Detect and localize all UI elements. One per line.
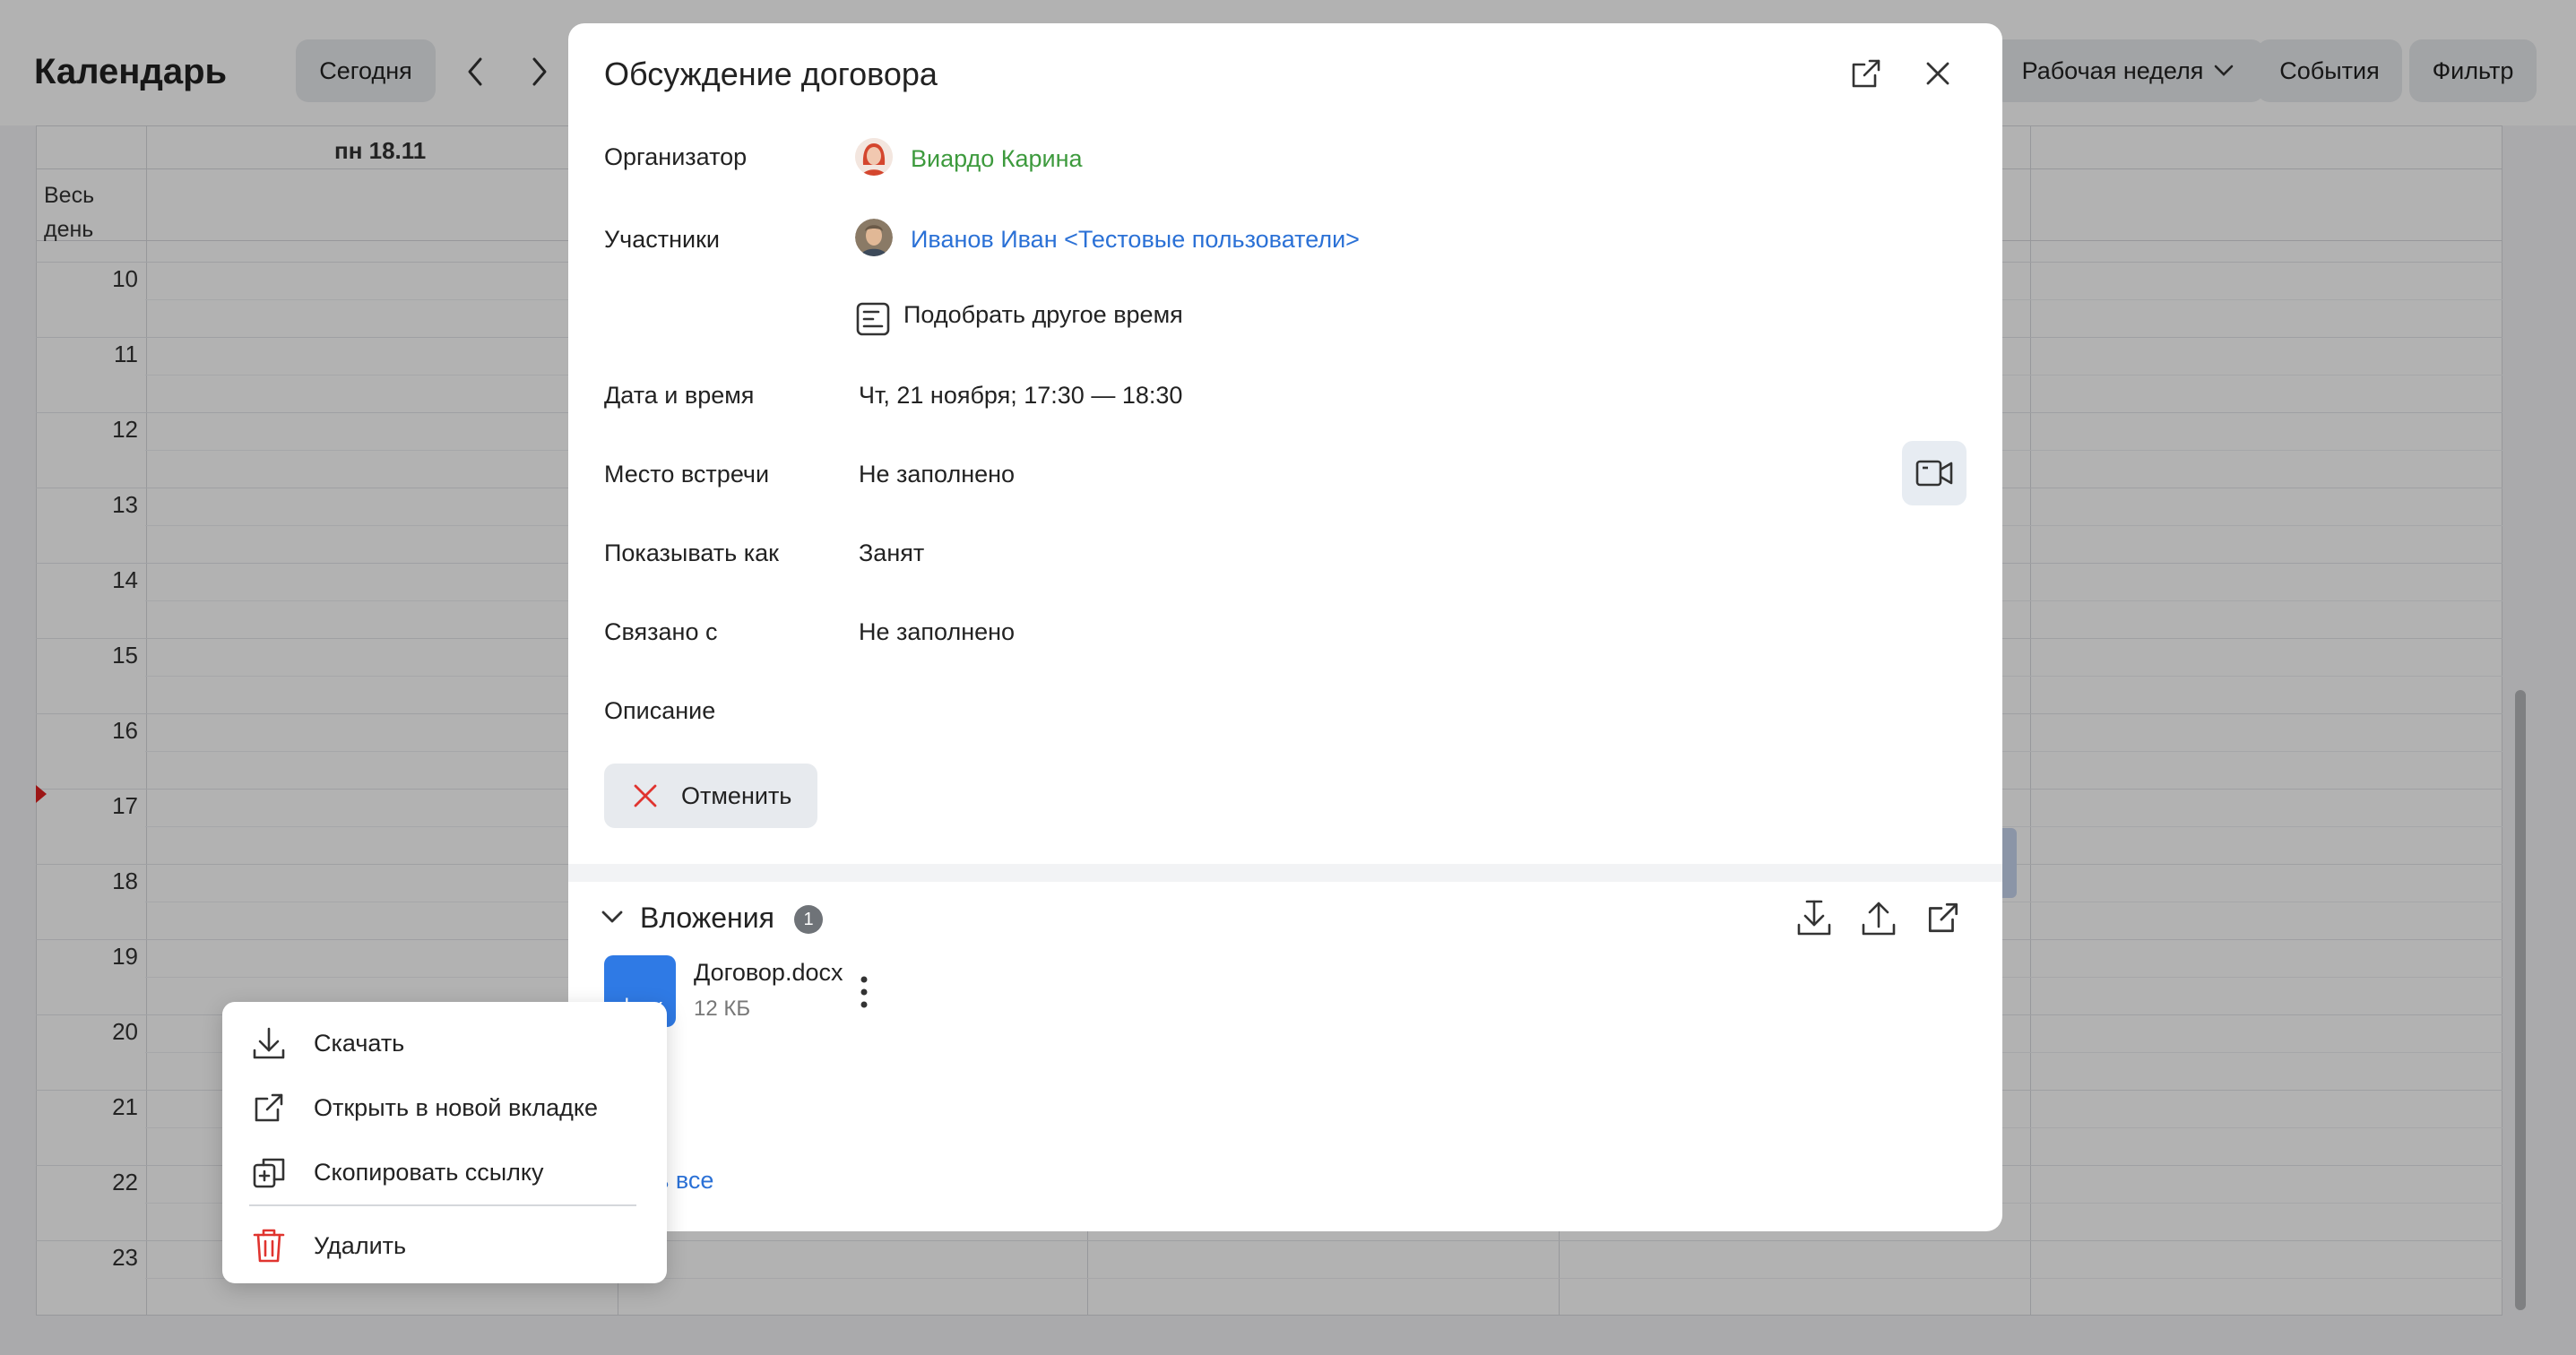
datetime-label: Дата и время xyxy=(604,382,755,409)
trash-icon xyxy=(253,1229,285,1263)
schedule-icon[interactable] xyxy=(848,294,898,344)
download-icon xyxy=(253,1027,285,1059)
organizer-avatar xyxy=(855,138,893,176)
menu-item-copy-link-label: Скопировать ссылку xyxy=(314,1158,544,1186)
close-icon[interactable] xyxy=(1913,48,1963,99)
upload-icon[interactable] xyxy=(1854,893,1904,943)
more-vertical-icon[interactable] xyxy=(859,975,869,1014)
organizer-label: Организатор xyxy=(604,143,748,170)
collapse-chevron-icon[interactable] xyxy=(601,909,624,929)
menu-item-open-new-tab-label: Открыть в новой вкладке xyxy=(314,1093,599,1121)
file-size: 12 КБ xyxy=(694,997,751,1021)
menu-item-download[interactable]: Скачать xyxy=(222,1016,667,1070)
attachments-count-badge: 1 xyxy=(794,905,823,934)
download-all-icon[interactable] xyxy=(1789,893,1839,943)
video-camera-icon xyxy=(1915,460,1953,487)
participant-name-link[interactable]: Иванов Иван <Тестовые пользователи> xyxy=(911,226,1360,254)
cancel-label: Отменить xyxy=(681,781,792,809)
video-call-button[interactable] xyxy=(1902,441,1967,505)
related-label: Связано с xyxy=(604,618,718,645)
menu-item-delete[interactable]: Удалить xyxy=(222,1219,667,1273)
participant-avatar xyxy=(855,219,893,256)
section-divider xyxy=(568,864,2002,882)
show-as-value[interactable]: Занят xyxy=(859,539,924,567)
attachments-title[interactable]: Вложения xyxy=(640,902,774,935)
cancel-x-icon xyxy=(634,784,657,807)
show-as-label: Показывать как xyxy=(604,539,779,566)
description-label: Описание xyxy=(604,697,716,724)
menu-item-open-new-tab[interactable]: Открыть в новой вкладке xyxy=(222,1081,667,1135)
menu-item-download-label: Скачать xyxy=(314,1029,405,1057)
menu-separator xyxy=(249,1204,636,1206)
datetime-value[interactable]: Чт, 21 ноября; 17:30 — 18:30 xyxy=(859,382,1182,410)
location-label: Место встречи xyxy=(604,461,770,488)
related-value[interactable]: Не заполнено xyxy=(859,618,1015,646)
event-modal: Обсуждение договора Организатор Виардо К… xyxy=(568,23,2002,1231)
organizer-name-link[interactable]: Виардо Карина xyxy=(911,145,1083,173)
cancel-event-button[interactable]: Отменить xyxy=(604,764,817,828)
menu-item-copy-link[interactable]: Скопировать ссылку xyxy=(222,1145,667,1199)
event-title: Обсуждение договора xyxy=(604,56,938,92)
file-name[interactable]: Договор.docx xyxy=(694,959,843,987)
menu-item-delete-label: Удалить xyxy=(314,1231,407,1259)
copy-link-icon xyxy=(253,1158,285,1188)
file-context-menu: Скачать Открыть в новой вкладке Скопиров… xyxy=(222,1002,667,1283)
participants-label: Участники xyxy=(604,226,720,253)
open-attachments-external-icon[interactable] xyxy=(1918,893,1968,943)
external-link-icon xyxy=(255,1093,283,1122)
pick-time-link[interactable]: Подобрать другое время xyxy=(903,301,1183,329)
open-external-icon[interactable] xyxy=(1841,48,1891,99)
location-value[interactable]: Не заполнено xyxy=(859,461,1015,488)
